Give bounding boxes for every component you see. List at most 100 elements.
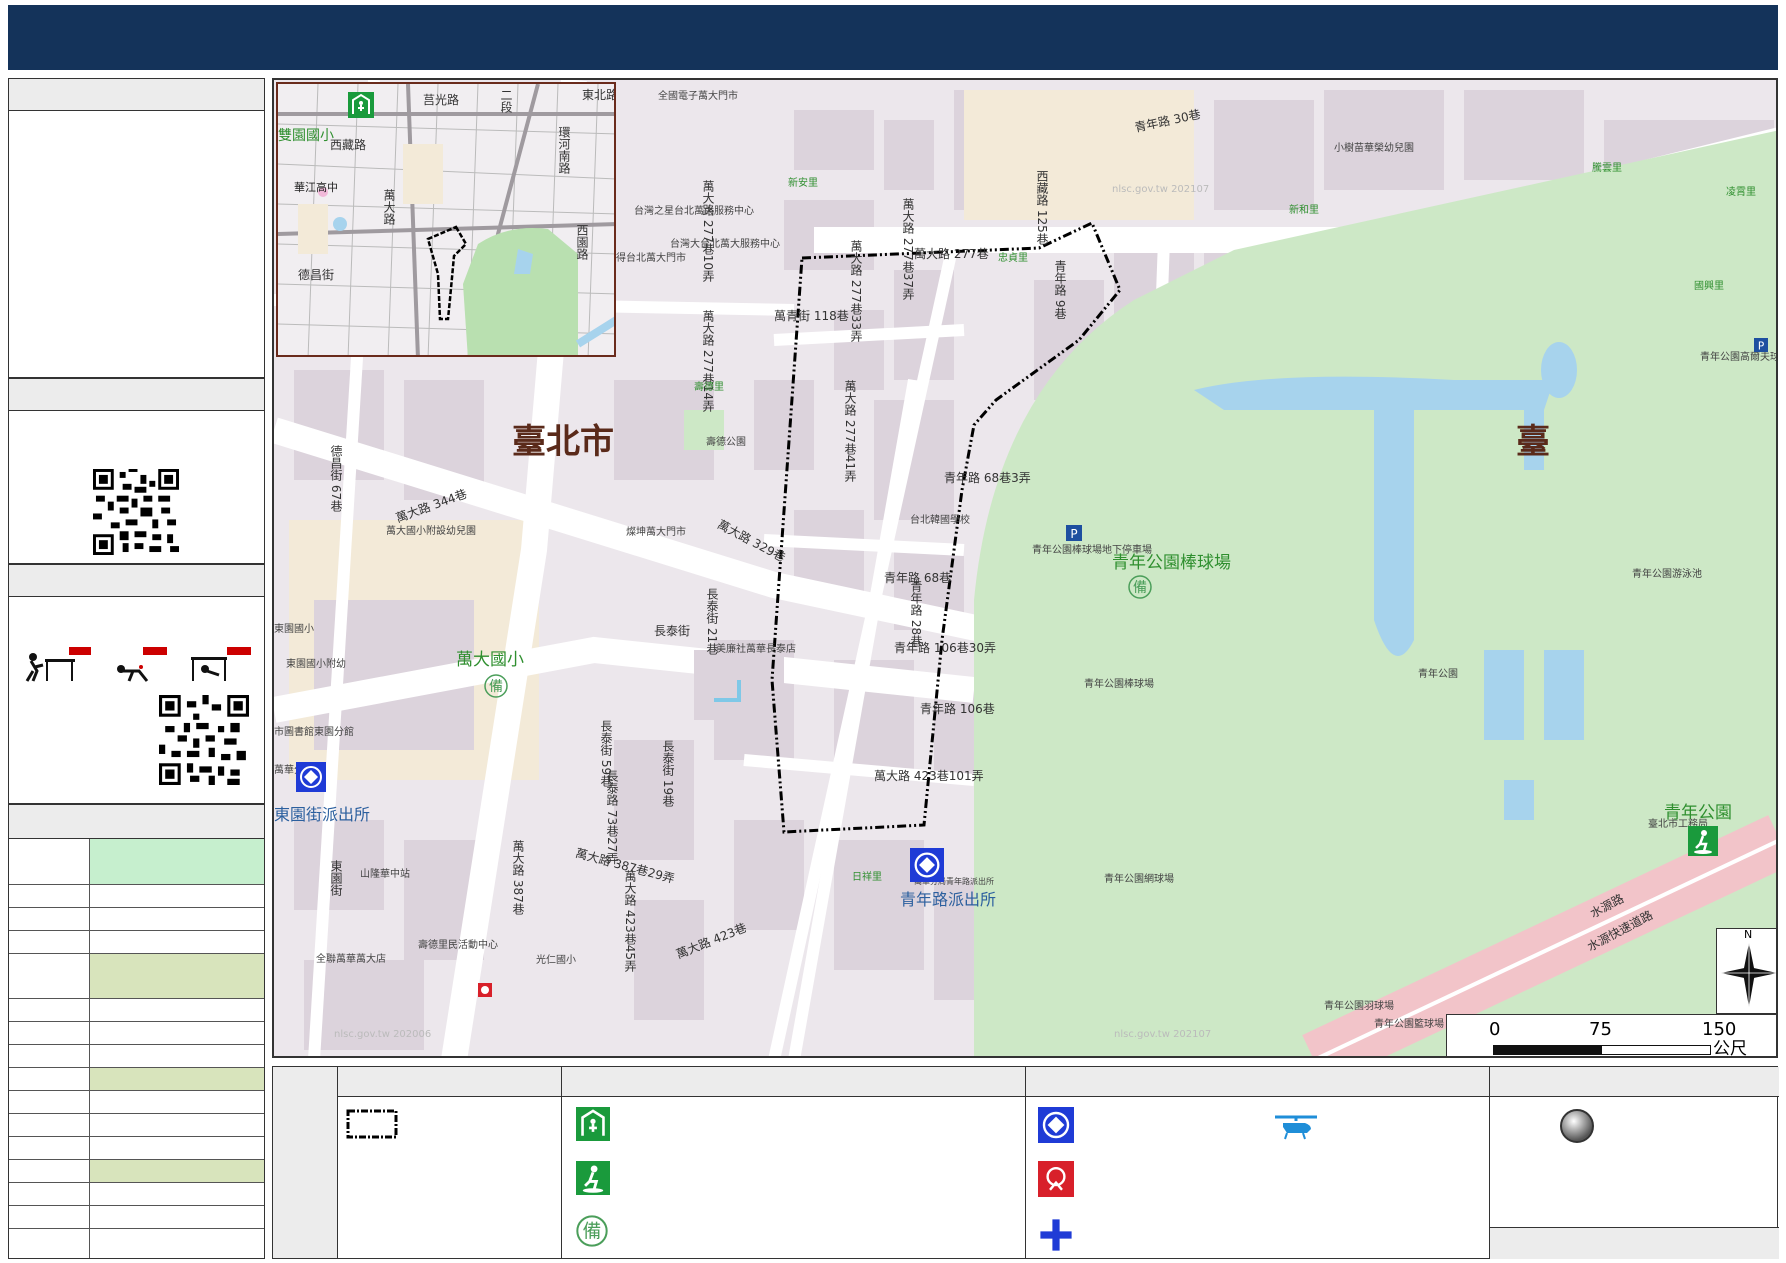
li-label: 新和里 <box>1289 205 1319 216</box>
poi-label: 光仁國小 <box>536 955 576 966</box>
svg-text:備: 備 <box>489 679 503 695</box>
poi-label: 台北韓國學校 <box>910 515 970 526</box>
li-label: 凌霄里 <box>1726 187 1756 198</box>
li-label: 日祥里 <box>852 872 882 883</box>
inset-street-label: 萬大路 <box>382 189 396 225</box>
legend-column: 備 <box>561 1067 1025 1258</box>
scale-tick: 0 <box>1489 1019 1501 1040</box>
road-label: 青年路 28巷 <box>909 580 923 648</box>
inset-school-label: 雙園國小 <box>278 128 334 144</box>
legend-column <box>337 1067 561 1258</box>
qr-panel-header <box>8 378 265 411</box>
svg-text:P: P <box>1758 340 1764 352</box>
table-cell-highlight <box>90 839 264 884</box>
road-label: 萬大路 423巷45弄 <box>623 870 637 972</box>
city-label-partial: 臺 <box>1516 422 1550 462</box>
table-cell-highlight <box>90 1067 264 1090</box>
svg-text:備: 備 <box>1133 580 1147 596</box>
safety-panel <box>8 564 265 804</box>
road-label: 萬大路 277巷37弄 <box>901 198 915 300</box>
boundary-box-icon <box>346 1109 398 1139</box>
police-icon[interactable] <box>910 848 944 882</box>
info-panel-header <box>8 78 265 111</box>
police-station-label: 東園街派出所 <box>274 805 371 824</box>
backup-shelter-icon[interactable]: 備 <box>484 674 508 698</box>
resource-table <box>8 804 265 1259</box>
legend-title-cell <box>273 1067 337 1258</box>
shelter-icon <box>576 1107 610 1141</box>
qr-panel <box>8 378 265 564</box>
road-label: 萬大路 277巷10弄 <box>701 180 715 282</box>
road-label: 青年路 9巷 <box>1053 260 1067 320</box>
road-label: 萬大路 277巷33弄 <box>849 240 863 342</box>
inset-school-label: 華江高中 <box>294 181 338 194</box>
table-cell-highlight <box>90 953 264 998</box>
poi-label: 青年公園游泳池 <box>1632 569 1702 580</box>
outdoor-evacuation-icon <box>576 1161 610 1195</box>
inset-street-label: 德昌街 <box>298 268 335 282</box>
fire-station-icon <box>1038 1161 1074 1197</box>
parking-icon: P <box>1066 525 1082 541</box>
safety-panel-header <box>8 564 265 597</box>
watermark: nlsc.gov.tw 202107 <box>1114 1029 1212 1040</box>
cover-icon <box>117 647 167 682</box>
police-icon[interactable] <box>296 762 326 792</box>
road-label: 萬大路 277巷 <box>914 247 989 261</box>
qr-code-icon[interactable] <box>93 469 179 555</box>
poi-label: 青年公園網球場 <box>1104 874 1174 885</box>
police-icon <box>1038 1107 1074 1143</box>
li-label: 新安里 <box>788 178 818 189</box>
shelter-icon <box>348 92 374 118</box>
poi-label: 青年公園棒球場 <box>1084 679 1154 690</box>
inset-street-label: 二段 <box>499 89 513 113</box>
hold-icon <box>191 647 251 681</box>
poi-label: 市圖書館東園分館 <box>274 727 354 738</box>
poi-label: 得台北萬大門市 <box>616 253 686 264</box>
landmark-icon <box>1560 1109 1594 1143</box>
poi-label: 東園國小附幼 <box>286 659 346 670</box>
scale-bar: 0 75 150 公尺 <box>1446 1014 1776 1058</box>
poi-label: 青年公園籃球場 <box>1374 1019 1444 1030</box>
road-label: 長泰街 <box>654 624 691 638</box>
svg-text:備: 備 <box>583 1222 602 1243</box>
inset-street-label: 環河南路 <box>557 126 571 174</box>
inset-street-label: 東北路 <box>582 88 616 102</box>
road-label: 德昌街 67巷 <box>329 445 343 513</box>
poi-label: 青年公園高爾夫球 <box>1700 352 1778 363</box>
inset-base-layer <box>278 84 614 355</box>
road-label: 東園街 <box>329 860 343 896</box>
resource-table-header <box>8 804 265 839</box>
road-label: 長泰街 19巷 <box>661 740 675 808</box>
poi-label: 全聯萬華萬大店 <box>316 954 386 965</box>
li-label: 國興里 <box>1694 281 1724 292</box>
poi-label: 山隆華中站 <box>360 869 410 880</box>
north-label: N <box>1744 928 1753 941</box>
road-label: 萬大路 277巷41弄 <box>843 380 857 482</box>
safety-qr-icon[interactable] <box>159 695 249 785</box>
baseball-field-label: 青年公園棒球場 <box>1112 553 1231 573</box>
legend-column <box>1489 1067 1779 1259</box>
map-canvas[interactable]: 莒光路 西藏路 萬大路 德昌街 環河南路 西園路 二段 東北路 雙園國小 華江高… <box>272 78 1778 1058</box>
road-label: 萬大路 423巷101弄 <box>874 769 984 783</box>
inset-street-label: 莒光路 <box>423 93 460 107</box>
road-label: 萬大路 387巷 <box>511 840 525 915</box>
poi-label: 東園國小 <box>274 624 314 635</box>
li-label: 壽德里 <box>694 382 724 393</box>
poi-label: 燦坤萬大門市 <box>626 527 686 538</box>
poi-label: 青年公園棒球場地下停車場 <box>1032 545 1152 556</box>
city-label: 臺北市 <box>512 422 614 462</box>
outdoor-evacuation-icon[interactable] <box>1688 826 1718 856</box>
poi-label: 台灣大台北萬大服務中心 <box>670 239 780 250</box>
north-arrow: N <box>1716 928 1776 1014</box>
school-label: 萬大國小 <box>456 650 524 670</box>
backup-shelter-icon[interactable]: 備 <box>1128 575 1152 599</box>
poi-label: 青年公園 <box>1418 669 1458 680</box>
ambulance-icon <box>1040 1219 1072 1251</box>
road-label: 青年路 68巷3弄 <box>944 471 1031 485</box>
poi-label: 台灣之星台北萬大服務中心 <box>634 206 754 217</box>
scale-unit: 公尺 <box>1713 1039 1747 1058</box>
scale-tick: 75 <box>1589 1019 1612 1040</box>
inset-map[interactable]: 莒光路 西藏路 萬大路 德昌街 環河南路 西園路 二段 東北路 雙園國小 華江高… <box>276 82 616 357</box>
backup-shelter-icon: 備 <box>576 1215 608 1247</box>
poi-label: 小樹苗華榮幼兒園 <box>1334 143 1414 154</box>
